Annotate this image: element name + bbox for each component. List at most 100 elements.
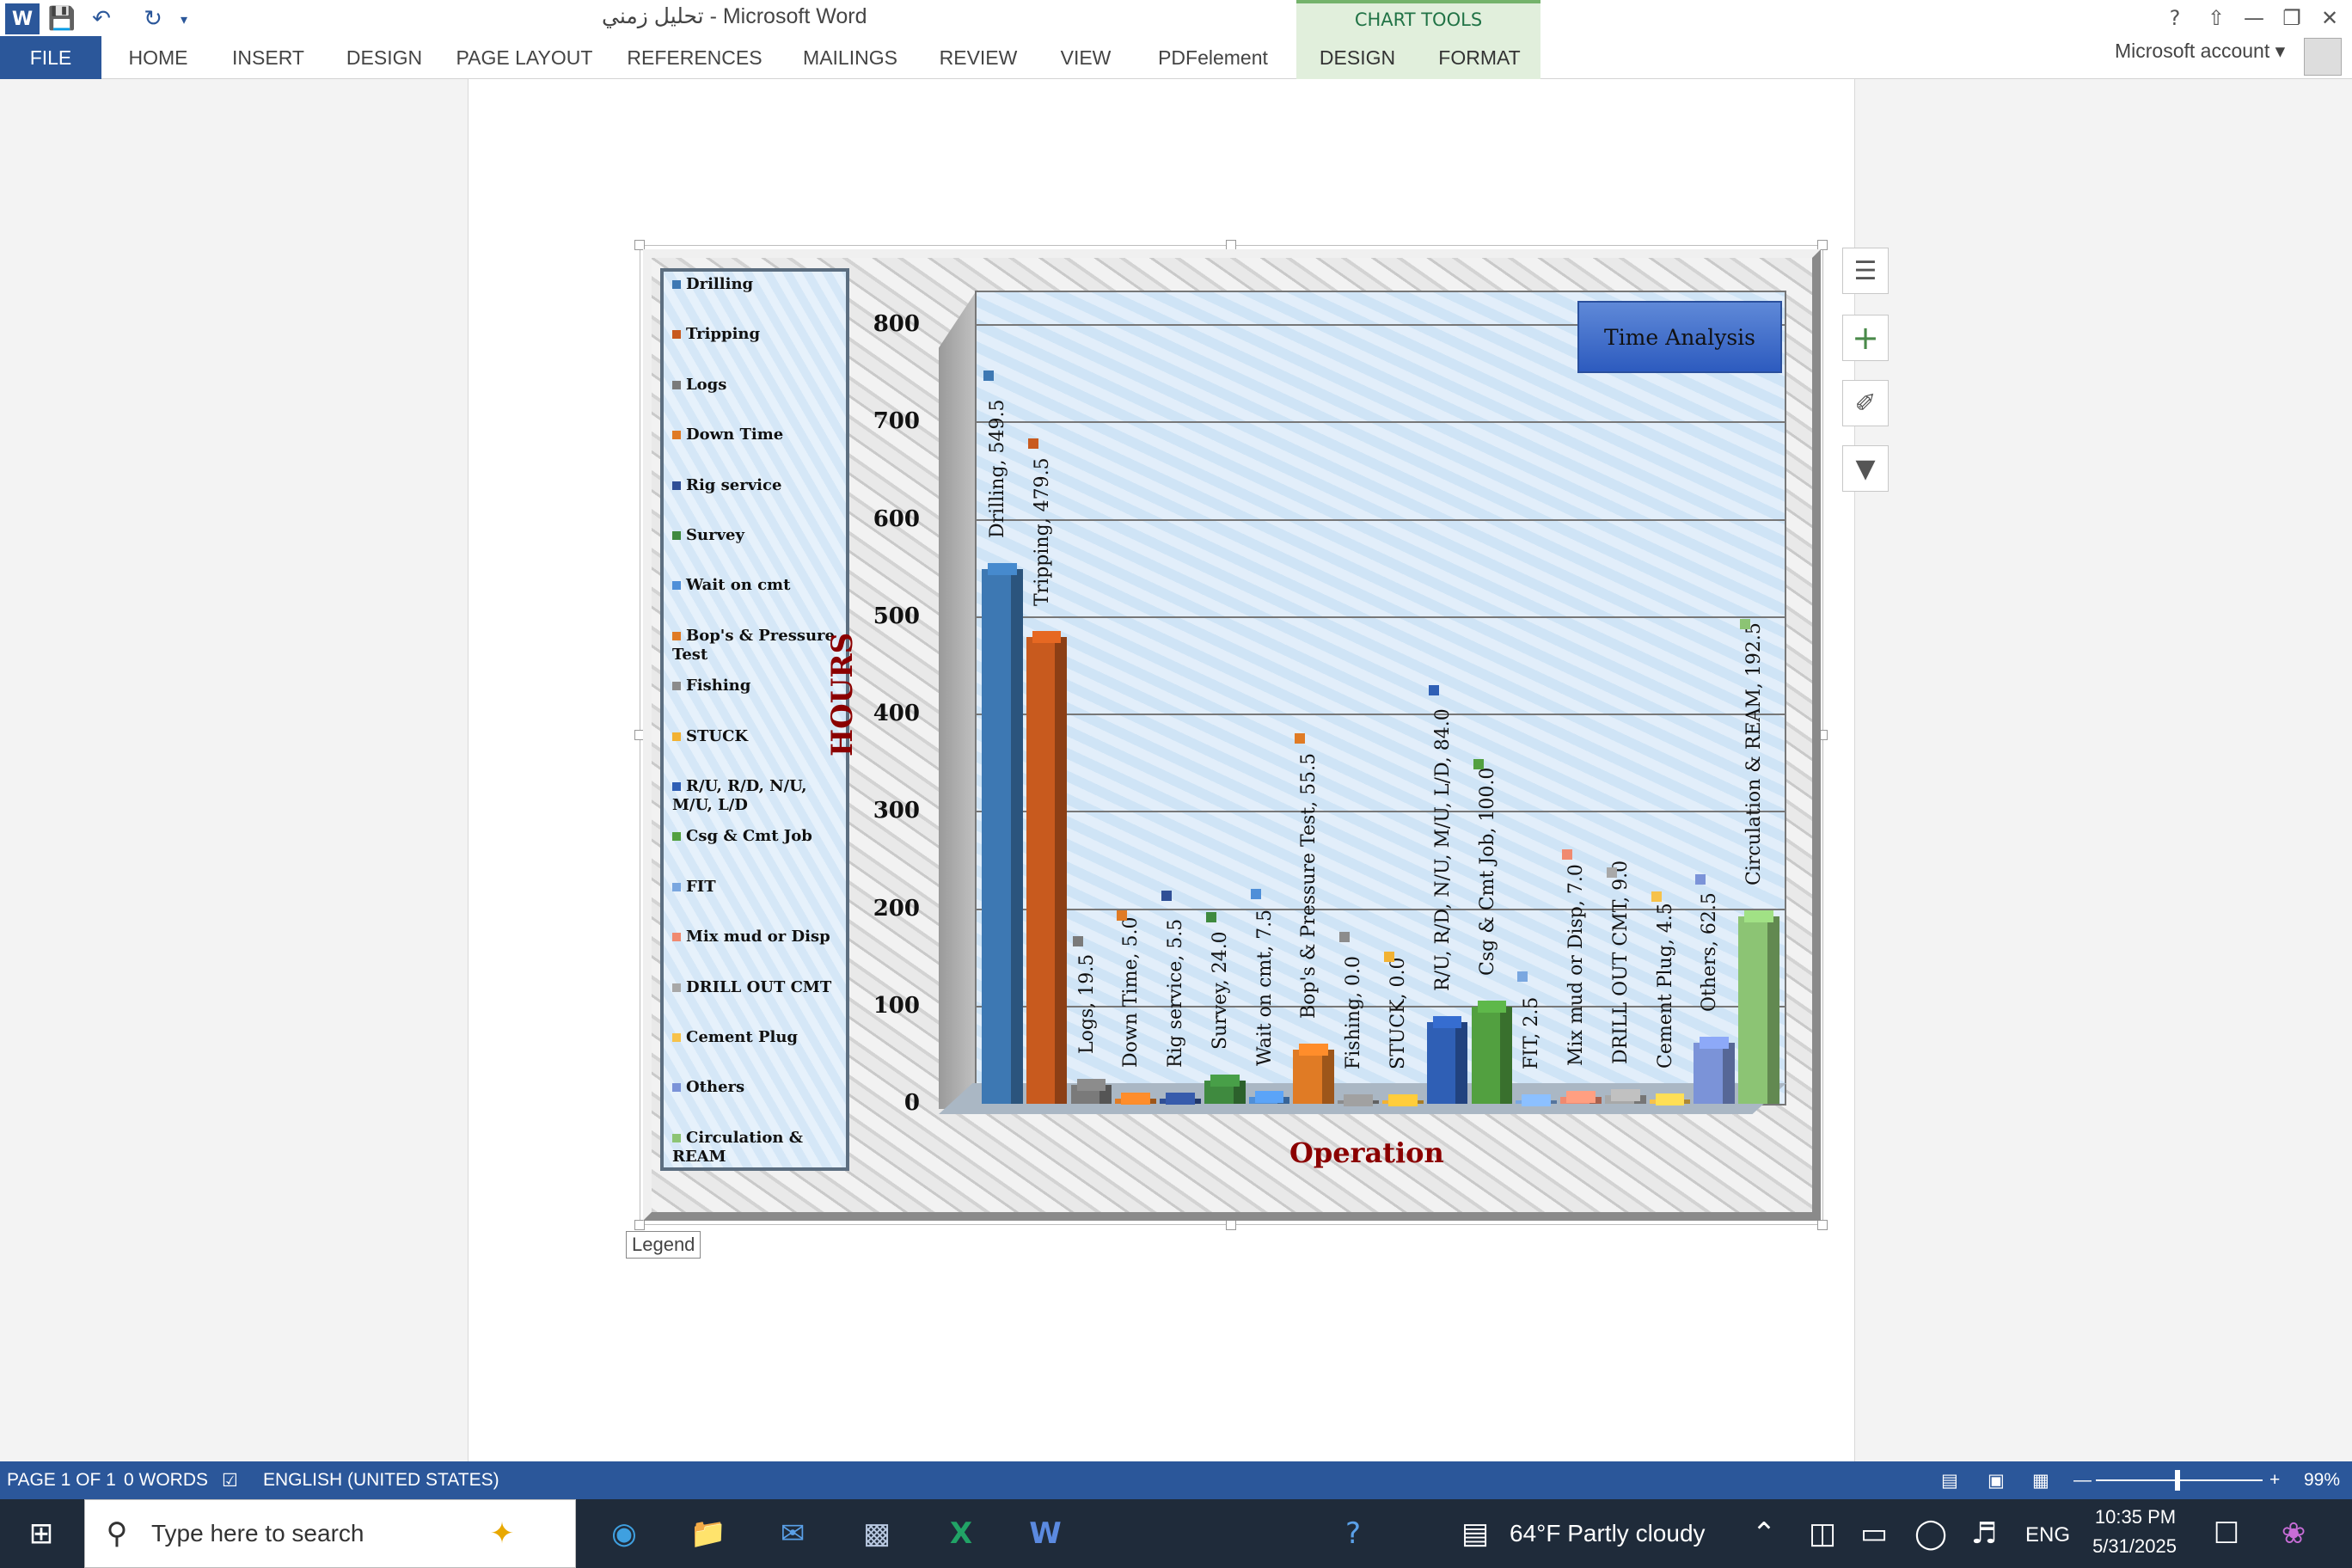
save-icon[interactable]: 💾 bbox=[45, 3, 79, 34]
weather-widget[interactable]: 64°F Partly cloudy bbox=[1510, 1520, 1706, 1547]
language-indicator[interactable]: ENGLISH (UNITED STATES) bbox=[263, 1470, 499, 1491]
legend-entry[interactable]: FIT bbox=[672, 878, 844, 897]
zoom-slider-thumb[interactable] bbox=[2175, 1470, 2180, 1491]
tab-view[interactable]: VIEW bbox=[1045, 36, 1126, 79]
word-count[interactable]: 0 WORDS bbox=[124, 1470, 208, 1491]
zoom-level[interactable]: 99% bbox=[2304, 1470, 2340, 1491]
get-help-icon[interactable]: ? bbox=[1329, 1510, 1377, 1558]
clock-time[interactable]: 10:35 PM bbox=[2091, 1506, 2180, 1528]
resize-handle-br[interactable] bbox=[1817, 1220, 1828, 1230]
tab-chart-format[interactable]: FORMAT bbox=[1418, 36, 1540, 79]
proofing-icon[interactable]: ☑ bbox=[222, 1470, 238, 1491]
data-label[interactable]: Drilling, 549.5 bbox=[987, 399, 1008, 538]
chart-title[interactable]: Time Analysis bbox=[1577, 301, 1782, 373]
legend-entry[interactable]: Others bbox=[672, 1078, 844, 1097]
input-language[interactable]: ENG bbox=[2025, 1523, 2070, 1547]
tab-file[interactable]: FILE bbox=[0, 36, 101, 79]
legend-entry[interactable]: STUCK bbox=[672, 727, 844, 746]
show-hidden-icons-icon[interactable]: ⌃ bbox=[1740, 1510, 1788, 1558]
bar[interactable] bbox=[1649, 1093, 1691, 1106]
data-label[interactable]: Csg & Cmt Job, 100.0 bbox=[1477, 767, 1498, 975]
legend-entry[interactable]: Mix mud or Disp bbox=[672, 928, 844, 946]
page-count[interactable]: PAGE 1 OF 1 bbox=[7, 1470, 116, 1491]
zoom-in-icon[interactable]: + bbox=[2269, 1470, 2280, 1491]
chart-filters-button[interactable]: ▼ bbox=[1842, 445, 1889, 492]
data-label[interactable]: FIT, 2.5 bbox=[1521, 997, 1542, 1069]
data-label[interactable]: Rig service, 5.5 bbox=[1165, 918, 1186, 1067]
legend-entry[interactable]: Rig service bbox=[672, 476, 844, 495]
data-label[interactable]: R/U, R/D, N/U, M/U, L/D, 84.0 bbox=[1432, 708, 1454, 991]
legend-entry[interactable]: Wait on cmt bbox=[672, 576, 844, 595]
mail-icon[interactable]: ✉ bbox=[769, 1510, 817, 1558]
bar[interactable] bbox=[1471, 1000, 1513, 1104]
legend-entry[interactable]: Down Time bbox=[672, 426, 844, 444]
layout-options-button[interactable]: ☰ bbox=[1842, 248, 1889, 294]
data-label[interactable]: DRILL OUT CMT, 9.0 bbox=[1610, 861, 1632, 1064]
tab-home[interactable]: HOME bbox=[115, 36, 201, 79]
battery-icon[interactable]: ▭ bbox=[1850, 1510, 1898, 1558]
bar[interactable] bbox=[1560, 1091, 1602, 1104]
tab-references[interactable]: REFERENCES bbox=[617, 36, 772, 79]
excel-icon[interactable]: X bbox=[937, 1510, 985, 1558]
network-globe-icon[interactable]: ◯ bbox=[1907, 1510, 1955, 1558]
customize-toolbar-icon[interactable]: ▾ bbox=[174, 3, 194, 34]
redo-icon[interactable]: ↻ bbox=[136, 3, 170, 34]
legend-entry[interactable]: Survey bbox=[672, 526, 844, 545]
data-label[interactable]: Survey, 24.0 bbox=[1210, 931, 1231, 1050]
bar[interactable] bbox=[1516, 1094, 1557, 1106]
tab-mailings[interactable]: MAILINGS bbox=[793, 36, 908, 79]
copilot-icon[interactable]: ❀ bbox=[2269, 1510, 2318, 1558]
volume-icon[interactable]: ♬ bbox=[1960, 1510, 2008, 1558]
chart-elements-button[interactable]: + bbox=[1842, 315, 1889, 361]
news-icon[interactable]: ▤ bbox=[1451, 1510, 1499, 1558]
bar[interactable] bbox=[1338, 1094, 1379, 1106]
web-layout-icon[interactable]: ▦ bbox=[2032, 1470, 2049, 1491]
bar[interactable] bbox=[1738, 910, 1779, 1104]
bar[interactable] bbox=[1115, 1093, 1156, 1106]
data-label[interactable]: STUCK, 0.0 bbox=[1387, 957, 1409, 1069]
edge-icon[interactable]: ◉ bbox=[600, 1510, 648, 1558]
word-taskbar-icon[interactable]: W bbox=[1021, 1510, 1069, 1558]
close-icon[interactable]: ✕ bbox=[2311, 2, 2349, 34]
start-windows-icon[interactable]: ⊞ bbox=[17, 1510, 65, 1558]
bar[interactable] bbox=[1204, 1074, 1246, 1104]
legend-entry[interactable]: Fishing bbox=[672, 677, 844, 695]
legend-entry[interactable]: Circulation & REAM bbox=[672, 1129, 844, 1167]
copilot-sparkle-icon[interactable]: ✦ bbox=[478, 1510, 526, 1558]
bar[interactable] bbox=[1293, 1044, 1335, 1104]
tab-design[interactable]: DESIGN bbox=[337, 36, 432, 79]
tab-chart-design[interactable]: DESIGN bbox=[1296, 36, 1418, 79]
bar[interactable] bbox=[982, 562, 1023, 1104]
avatar[interactable] bbox=[2304, 38, 2342, 76]
search-input[interactable]: Type here to search bbox=[151, 1520, 364, 1547]
data-label[interactable]: Circulation & REAM, 192.5 bbox=[1743, 622, 1765, 885]
resize-handle-bl[interactable] bbox=[634, 1220, 645, 1230]
clock-date[interactable]: 5/31/2025 bbox=[2084, 1535, 2185, 1558]
resize-handle-bc[interactable] bbox=[1226, 1220, 1236, 1230]
data-label[interactable]: Cement Plug, 4.5 bbox=[1655, 903, 1676, 1069]
data-label[interactable]: Logs, 19.5 bbox=[1076, 954, 1098, 1054]
data-label[interactable]: Others, 62.5 bbox=[1699, 892, 1720, 1012]
bar[interactable] bbox=[1160, 1092, 1201, 1105]
read-mode-icon[interactable]: ▤ bbox=[1941, 1470, 1958, 1491]
data-label[interactable]: Fishing, 0.0 bbox=[1343, 956, 1364, 1069]
ribbon-display-icon[interactable]: ⇧ bbox=[2197, 2, 2235, 34]
tab-page-layout[interactable]: PAGE LAYOUT bbox=[456, 36, 593, 79]
tab-insert[interactable]: INSERT bbox=[224, 36, 313, 79]
y-axis-title[interactable]: HOURS bbox=[825, 633, 860, 756]
x-axis-title[interactable]: Operation bbox=[1289, 1136, 1444, 1169]
bar[interactable] bbox=[1382, 1094, 1424, 1106]
legend-entry[interactable]: Csg & Cmt Job bbox=[672, 827, 844, 846]
legend-entry[interactable]: Cement Plug bbox=[672, 1028, 844, 1047]
chart-legend[interactable]: Drilling Tripping Logs Down Time Rig service… bbox=[660, 268, 849, 1171]
tab-review[interactable]: REVIEW bbox=[930, 36, 1026, 79]
bar[interactable] bbox=[1248, 1090, 1290, 1104]
account-menu[interactable]: Microsoft account ▾ bbox=[2115, 40, 2285, 63]
tab-pdfelement[interactable]: PDFelement bbox=[1147, 36, 1279, 79]
legend-entry[interactable]: R/U, R/D, N/U, M/U, L/D bbox=[672, 777, 844, 815]
data-label[interactable]: Wait on cmt, 7.5 bbox=[1254, 909, 1276, 1065]
legend-entry[interactable]: Bop's & Pressure Test bbox=[672, 627, 844, 665]
data-label[interactable]: Tripping, 479.5 bbox=[1032, 457, 1053, 606]
legend-entry[interactable]: Drilling bbox=[672, 275, 844, 294]
meet-now-icon[interactable]: ◫ bbox=[1798, 1510, 1847, 1558]
